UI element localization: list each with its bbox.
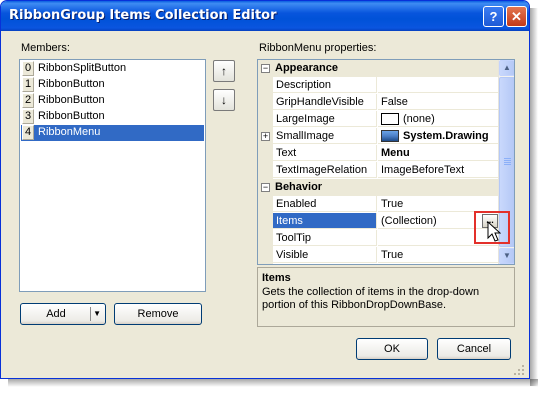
dropdown-arrow-icon[interactable]: ▼ — [93, 304, 101, 324]
property-value[interactable]: True — [378, 247, 498, 263]
remove-button-label: Remove — [137, 308, 179, 320]
list-item-label: RibbonButton — [38, 110, 105, 122]
list-item[interactable]: 0 RibbonSplitButton — [21, 61, 204, 77]
scroll-up-icon[interactable]: ▲ — [499, 60, 514, 76]
image-thumbnail-icon — [381, 130, 399, 143]
mouse-cursor-icon — [487, 221, 501, 242]
expand-icon[interactable]: + — [261, 132, 270, 141]
property-value[interactable]: False — [378, 94, 498, 110]
move-up-button[interactable]: ↑ — [213, 60, 235, 82]
property-row[interactable]: ToolTip — [258, 230, 498, 247]
arrow-up-icon: ↑ — [221, 64, 227, 78]
remove-button[interactable]: Remove — [114, 303, 202, 325]
list-item-index: 2 — [22, 93, 34, 108]
title-bar[interactable]: RibbonGroup Items Collection Editor ? ✕ — [1, 1, 529, 31]
property-name: Text — [273, 145, 377, 161]
property-row[interactable]: + SmallImage System.Drawing — [258, 128, 498, 145]
description-title: Items — [262, 272, 291, 284]
list-item-selected[interactable]: 4 RibbonMenu — [21, 125, 204, 141]
list-item[interactable]: 1 RibbonButton — [21, 77, 204, 93]
members-label: Members: — [21, 42, 70, 54]
arrow-down-icon: ↓ — [221, 93, 227, 107]
help-button[interactable]: ? — [483, 6, 504, 27]
description-text: Gets the collection of items in the drop… — [262, 286, 480, 311]
property-row[interactable]: Text Menu — [258, 145, 498, 162]
list-item[interactable]: 2 RibbonButton — [21, 93, 204, 109]
property-row[interactable]: GripHandleVisible False — [258, 94, 498, 111]
property-name: Items — [273, 213, 377, 229]
description-panel: Items Gets the collection of items in th… — [257, 267, 515, 327]
category-row-behavior[interactable]: − Behavior — [258, 179, 498, 196]
category-label: Behavior — [275, 181, 323, 193]
property-row[interactable]: LargeImage (none) — [258, 111, 498, 128]
window-shadow-bottom — [8, 379, 538, 387]
property-row[interactable]: TextImageRelation ImageBeforeText — [258, 162, 498, 179]
property-row[interactable]: Description — [258, 77, 498, 94]
window-shadow-right — [530, 8, 538, 386]
property-name: SmallImage — [273, 128, 377, 144]
property-value[interactable]: ImageBeforeText — [378, 162, 498, 178]
help-icon: ? — [489, 9, 498, 24]
add-button-separator — [90, 307, 91, 321]
list-item-index: 3 — [22, 109, 34, 124]
properties-label: RibbonMenu properties: — [259, 42, 377, 54]
property-row[interactable]: Enabled True — [258, 196, 498, 213]
property-name: TextImageRelation — [273, 162, 377, 178]
collapse-icon[interactable]: − — [261, 64, 270, 73]
property-name: Description — [273, 77, 377, 93]
collapse-icon[interactable]: − — [261, 183, 270, 192]
list-item-index: 0 — [22, 61, 34, 76]
close-icon: ✕ — [511, 9, 522, 24]
property-row-selected[interactable]: Items (Collection) — [258, 213, 498, 230]
list-item-index: 4 — [22, 125, 34, 140]
add-button[interactable]: Add ▼ — [20, 303, 106, 325]
resize-grip-icon[interactable] — [512, 363, 526, 377]
category-row-appearance[interactable]: − Appearance — [258, 60, 498, 77]
category-label: Appearance — [275, 62, 338, 74]
property-value[interactable]: True — [378, 196, 498, 212]
ok-button[interactable]: OK — [356, 338, 428, 360]
list-item-label: RibbonMenu — [38, 126, 101, 138]
property-name: GripHandleVisible — [273, 94, 377, 110]
list-item-label: RibbonButton — [38, 78, 105, 90]
property-value-text: (none) — [403, 113, 435, 125]
property-value[interactable]: System.Drawing — [378, 128, 498, 144]
list-item-label: RibbonSplitButton — [38, 62, 127, 74]
scroll-down-icon[interactable]: ▼ — [499, 248, 514, 264]
list-item[interactable]: 3 RibbonButton — [21, 109, 204, 125]
property-value-text: System.Drawing — [403, 130, 489, 142]
list-item-label: RibbonButton — [38, 94, 105, 106]
property-name: Enabled — [273, 196, 377, 212]
property-value[interactable] — [378, 77, 498, 93]
list-item-index: 1 — [22, 77, 34, 92]
property-value[interactable]: (none) — [378, 111, 498, 127]
cancel-button-label: Cancel — [456, 343, 492, 355]
property-row[interactable]: Visible True — [258, 247, 498, 264]
add-button-label: Add — [46, 308, 66, 320]
property-value[interactable]: Menu — [378, 145, 498, 161]
property-name: LargeImage — [273, 111, 377, 127]
members-list[interactable]: 0 RibbonSplitButton 1 RibbonButton 2 Rib… — [19, 59, 206, 292]
window-title: RibbonGroup Items Collection Editor — [9, 8, 277, 23]
close-button[interactable]: ✕ — [506, 6, 527, 27]
cancel-button[interactable]: Cancel — [437, 338, 511, 360]
empty-image-icon — [381, 113, 399, 126]
move-down-button[interactable]: ↓ — [213, 89, 235, 111]
property-name: ToolTip — [273, 230, 377, 246]
ok-button-label: OK — [384, 343, 400, 355]
property-name: Visible — [273, 247, 377, 263]
